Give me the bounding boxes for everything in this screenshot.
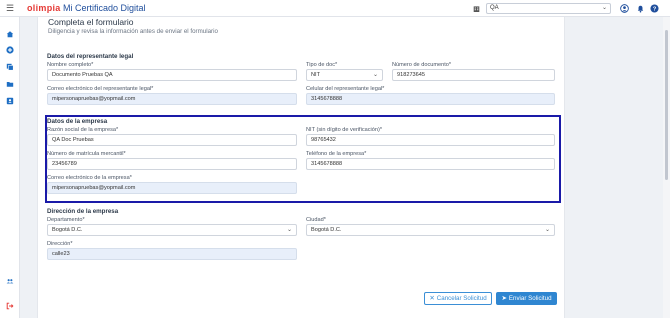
building-icon <box>473 6 480 12</box>
address-field[interactable]: calle23 <box>47 248 297 260</box>
contact-card-icon[interactable] <box>6 97 14 105</box>
company-name-field[interactable]: QA Doc Pruebas <box>47 134 297 146</box>
brand-logo: olimpia <box>27 3 61 13</box>
city-label: Ciudad* <box>306 217 326 223</box>
section-legal-rep: Datos del representante legal <box>47 53 134 60</box>
folder-icon[interactable] <box>6 80 14 88</box>
company-email-label: Correo electrónico de la empresa* <box>47 175 132 181</box>
cancel-request-label: Cancelar Solicitud <box>436 295 487 302</box>
doc-type-label: Tipo de doc* <box>306 62 338 68</box>
city-value: Bogotá D.C. <box>311 227 342 233</box>
section-company: Datos de la empresa <box>47 118 108 125</box>
doc-number-label: Número de documento* <box>392 62 452 68</box>
svg-text:?: ? <box>653 7 657 13</box>
chevron-down-icon: ⌄ <box>544 227 550 233</box>
copy-icon[interactable] <box>6 63 14 71</box>
users-icon[interactable] <box>6 277 14 285</box>
help-icon[interactable]: ? <box>650 4 659 13</box>
send-icon: ➤ <box>501 295 507 302</box>
registration-field[interactable]: 23456789 <box>47 158 297 170</box>
organization-select[interactable]: QA ⌄ <box>486 3 611 14</box>
home-icon[interactable] <box>6 30 14 38</box>
logout-icon[interactable] <box>6 302 14 310</box>
chevron-down-icon: ⌄ <box>601 5 607 11</box>
rep-name-label: Nombre completo* <box>47 62 94 68</box>
menu-icon[interactable]: ☰ <box>6 3 14 13</box>
company-phone-label: Teléfono de la empresa* <box>306 151 367 157</box>
rep-phone-field[interactable]: 3145678888 <box>306 93 555 105</box>
chevron-down-icon: ⌄ <box>286 227 292 233</box>
address-label: Dirección* <box>47 241 73 247</box>
rep-name-field[interactable]: Documento Pruebas QA <box>47 69 297 81</box>
send-request-button[interactable]: ➤ Enviar Solicitud <box>496 292 557 305</box>
department-value: Bogotá D.C. <box>52 227 83 233</box>
doc-number-field[interactable]: 918273645 <box>392 69 555 81</box>
registration-label: Número de matrícula mercantil* <box>47 151 126 157</box>
top-bar: ☰ olimpia Mi Certificado Digital QA ⌄ ? <box>0 0 670 17</box>
page-subtitle: Diligencia y revisa la información antes… <box>48 28 218 35</box>
section-address: Dirección de la empresa <box>47 208 119 215</box>
add-circle-icon[interactable] <box>6 46 14 54</box>
city-select[interactable]: Bogotá D.C. ⌄ <box>306 224 555 236</box>
app-title: Mi Certificado Digital <box>63 3 146 13</box>
chevron-down-icon: ⌄ <box>372 72 378 78</box>
company-phone-field[interactable]: 3145678888 <box>306 158 555 170</box>
bell-icon[interactable] <box>636 4 645 13</box>
department-select[interactable]: Bogotá D.C. ⌄ <box>47 224 297 236</box>
rep-phone-label: Celular del representante legal* <box>306 86 385 92</box>
rep-email-field[interactable]: mipersonapruebas@yopmail.com <box>47 93 297 105</box>
user-circle-icon[interactable] <box>620 4 629 13</box>
doc-type-value: NIT <box>311 72 321 78</box>
company-name-label: Razón social de la empresa* <box>47 127 119 133</box>
nit-label: NIT (sin dígito de verificación)* <box>306 127 383 133</box>
organization-value: QA <box>490 5 499 11</box>
doc-type-select[interactable]: NIT ⌄ <box>306 69 383 81</box>
rep-email-label: Correo electrónico del representante leg… <box>47 86 154 92</box>
close-icon: ✕ <box>429 295 435 302</box>
scrollbar-thumb[interactable] <box>665 30 668 180</box>
send-request-label: Enviar Solicitud <box>508 295 552 302</box>
page-title: Completa el formulario <box>48 17 134 27</box>
cancel-request-button[interactable]: ✕ Cancelar Solicitud <box>424 292 492 305</box>
sidebar <box>0 17 20 318</box>
nit-field[interactable]: 98765432 <box>306 134 555 146</box>
department-label: Departamento* <box>47 217 85 223</box>
company-email-field[interactable]: mipersonapruebas@yopmail.com <box>47 182 297 194</box>
